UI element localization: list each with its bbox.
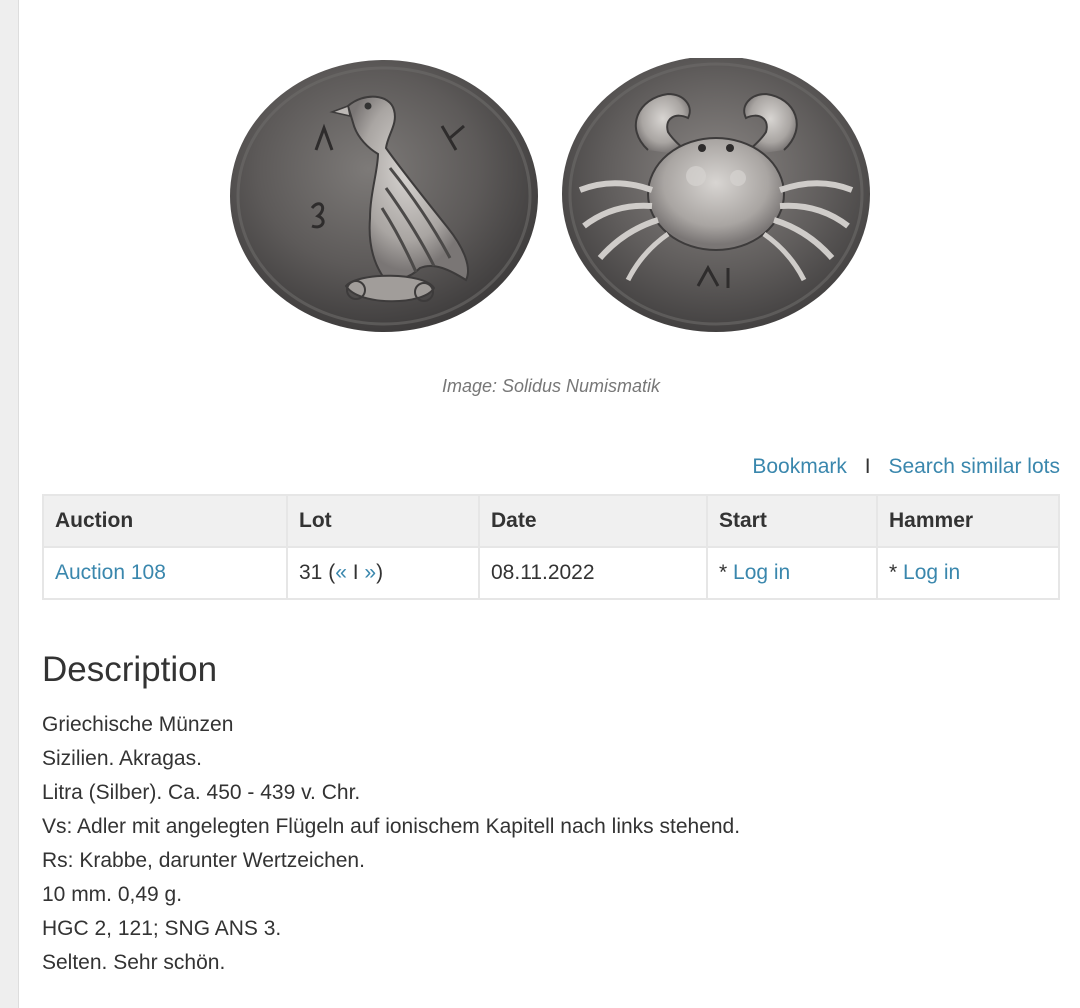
description-line: Sizilien. Akragas. bbox=[42, 747, 202, 770]
description-heading: Description bbox=[42, 650, 218, 689]
description-line: Griechische Münzen bbox=[42, 713, 234, 736]
left-edge-bar bbox=[0, 0, 19, 1008]
description-line: Vs: Adler mit angelegten Flügeln auf ion… bbox=[42, 815, 741, 838]
lot-actions: Bookmark I Search similar lots bbox=[752, 455, 1060, 479]
description-text: Griechische Münzen Sizilien. Akragas. Li… bbox=[42, 708, 740, 980]
table-header-row: Auction Lot Date Start Hammer bbox=[42, 494, 1060, 548]
next-lot-link[interactable]: » bbox=[364, 561, 376, 584]
page: Image: Solidus Numismatik Bookmark I Sea… bbox=[0, 0, 1080, 1008]
coin-reverse-crab bbox=[562, 58, 870, 332]
auction-link[interactable]: Auction 108 bbox=[55, 561, 166, 584]
cell-lot: 31 (« I ») bbox=[286, 546, 480, 600]
start-login-link[interactable]: Log in bbox=[733, 561, 790, 584]
hammer-login-link[interactable]: Log in bbox=[903, 561, 960, 584]
lot-close-paren: ) bbox=[376, 561, 384, 584]
actions-separator: I bbox=[864, 455, 871, 478]
header-auction: Auction bbox=[42, 494, 288, 548]
table-row: Auction 108 31 (« I ») 08.11.2022 * Log … bbox=[42, 546, 1060, 600]
header-date: Date bbox=[478, 494, 708, 548]
coin-image[interactable] bbox=[228, 58, 876, 340]
coin-obverse-eagle bbox=[230, 60, 538, 332]
bookmark-link[interactable]: Bookmark bbox=[752, 455, 847, 478]
cell-auction: Auction 108 bbox=[42, 546, 288, 600]
description-line: HGC 2, 121; SNG ANS 3. bbox=[42, 917, 282, 940]
coin-photo bbox=[230, 58, 870, 332]
description-line: 10 mm. 0,49 g. bbox=[42, 883, 183, 906]
image-caption: Image: Solidus Numismatik bbox=[441, 376, 661, 396]
description-line: Selten. Sehr schön. bbox=[42, 951, 226, 974]
cell-date: 08.11.2022 bbox=[478, 546, 708, 600]
previous-lot-link[interactable]: « bbox=[335, 561, 347, 584]
description-line: Rs: Krabbe, darunter Wertzeichen. bbox=[42, 849, 365, 872]
cell-hammer: * Log in bbox=[876, 546, 1060, 600]
description-line: Litra (Silber). Ca. 450 - 439 v. Chr. bbox=[42, 781, 361, 804]
start-prefix: * bbox=[719, 561, 734, 584]
search-similar-lots-link[interactable]: Search similar lots bbox=[888, 455, 1060, 478]
cell-start: * Log in bbox=[706, 546, 878, 600]
header-start: Start bbox=[706, 494, 878, 548]
hammer-prefix: * bbox=[889, 561, 904, 584]
lot-table: Auction Lot Date Start Hammer Auction 10… bbox=[42, 494, 1060, 600]
lot-nav-separator: I bbox=[352, 561, 359, 584]
lot-number: 31 ( bbox=[299, 561, 336, 584]
header-hammer: Hammer bbox=[876, 494, 1060, 548]
header-lot: Lot bbox=[286, 494, 480, 548]
